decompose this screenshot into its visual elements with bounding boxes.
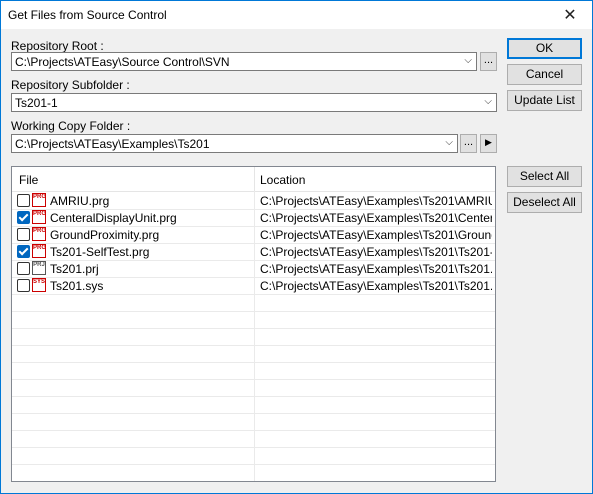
file-location: C:\Projects\ATEasy\Examples\Ts201\Ts201-… (260, 245, 492, 259)
repository-subfolder-value: Ts201-1 (15, 96, 58, 110)
file-location: C:\Projects\ATEasy\Examples\Ts201\Ts201.… (260, 262, 492, 276)
row-checkbox[interactable] (17, 228, 30, 241)
empty-row (12, 413, 495, 431)
working-copy-browse-button[interactable]: ... (460, 134, 477, 153)
file-location: C:\Projects\ATEasy\Examples\Ts201\Center… (260, 211, 492, 225)
file-location: C:\Projects\ATEasy\Examples\Ts201\Ground… (260, 228, 492, 242)
row-checkbox[interactable] (17, 279, 30, 292)
close-icon[interactable]: ✕ (548, 1, 592, 29)
file-type-icon: PRG (32, 227, 46, 241)
file-type-icon: PRG (32, 193, 46, 207)
row-checkbox[interactable] (17, 245, 30, 258)
empty-row (12, 430, 495, 448)
file-name: Ts201.sys (50, 279, 104, 293)
file-list[interactable]: File Location PRG AMRIU.prg C:\Projects\AT… (11, 166, 496, 482)
chevron-down-icon[interactable]: ⌵ (464, 55, 472, 66)
deselect-all-button[interactable]: Deselect All (507, 192, 582, 213)
table-row[interactable]: PRG Ts201-SelfTest.prg C:\Projects\ATEasy\… (12, 243, 495, 261)
get-files-dialog: Get Files from Source Control ✕ Reposito… (0, 0, 593, 494)
file-name: CenteralDisplayUnit.prg (50, 211, 177, 225)
working-copy-value: C:\Projects\ATEasy\Examples\Ts201 (15, 137, 210, 151)
empty-row (12, 345, 495, 363)
chevron-down-icon[interactable]: ⌵ (445, 137, 453, 148)
select-all-button[interactable]: Select All (507, 166, 582, 187)
empty-row (12, 396, 495, 414)
table-row[interactable]: SYS Ts201.sys C:\Projects\ATEasy\Examples\… (12, 277, 495, 295)
play-icon[interactable]: ▶ (480, 134, 497, 153)
table-row[interactable]: PRG GroundProximity.prg C:\Projects\ATEasy… (12, 226, 495, 244)
empty-row (12, 294, 495, 312)
repository-root-label: Repository Root : (11, 39, 104, 53)
file-name: Ts201-SelfTest.prg (50, 245, 150, 259)
file-list-header: File Location (12, 167, 495, 192)
repository-subfolder-combo[interactable]: Ts201-1 ⌵ (11, 93, 497, 112)
file-type-icon: PRJ (32, 261, 46, 275)
repository-subfolder-label: Repository Subfolder : (11, 78, 130, 92)
empty-row (12, 379, 495, 397)
chevron-down-icon[interactable]: ⌵ (484, 96, 492, 107)
file-location: C:\Projects\ATEasy\Examples\Ts201\AMRIU.… (260, 194, 492, 208)
repository-root-combo[interactable]: C:\Projects\ATEasy\Source Control\SVN ⌵ (11, 52, 477, 71)
empty-row (12, 311, 495, 329)
empty-row (12, 328, 495, 346)
row-checkbox[interactable] (17, 194, 30, 207)
empty-row (12, 464, 495, 481)
table-row[interactable]: PRJ Ts201.prj C:\Projects\ATEasy\Examples\… (12, 260, 495, 278)
empty-row (12, 362, 495, 380)
file-type-icon: PRG (32, 244, 46, 258)
file-name: AMRIU.prg (50, 194, 110, 208)
column-divider[interactable] (254, 167, 255, 191)
column-header-file[interactable]: File (19, 173, 38, 187)
ok-button[interactable]: OK (507, 38, 582, 59)
working-copy-label: Working Copy Folder : (11, 119, 131, 133)
table-row[interactable]: PRG CenteralDisplayUnit.prg C:\Projects\AT… (12, 209, 495, 227)
repository-root-value: C:\Projects\ATEasy\Source Control\SVN (15, 55, 230, 69)
row-checkbox[interactable] (17, 211, 30, 224)
update-list-button[interactable]: Update List (507, 90, 582, 111)
working-copy-combo[interactable]: C:\Projects\ATEasy\Examples\Ts201 ⌵ (11, 134, 458, 153)
file-type-icon: SYS (32, 278, 46, 292)
file-name: Ts201.prj (50, 262, 99, 276)
title-bar: Get Files from Source Control ✕ (1, 1, 592, 29)
repository-root-browse-button[interactable]: ... (480, 52, 497, 71)
column-header-location[interactable]: Location (260, 173, 305, 187)
file-location: C:\Projects\ATEasy\Examples\Ts201\Ts201.… (260, 279, 492, 293)
file-type-icon: PRG (32, 210, 46, 224)
cancel-button[interactable]: Cancel (507, 64, 582, 85)
file-name: GroundProximity.prg (50, 228, 160, 242)
empty-row (12, 447, 495, 465)
window-title: Get Files from Source Control (8, 8, 167, 22)
table-row[interactable]: PRG AMRIU.prg C:\Projects\ATEasy\Examples\… (12, 192, 495, 210)
row-checkbox[interactable] (17, 262, 30, 275)
